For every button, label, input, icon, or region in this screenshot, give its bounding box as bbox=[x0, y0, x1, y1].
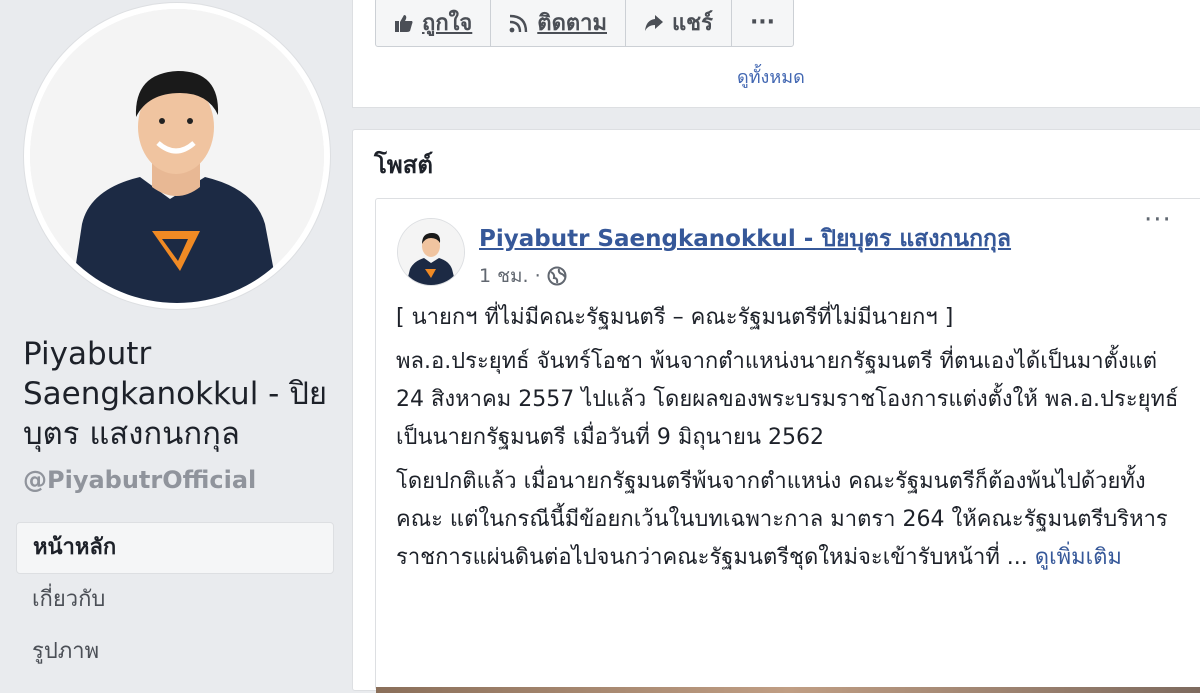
avatar-image bbox=[398, 219, 464, 285]
nav-item-photos[interactable]: รูปภาพ bbox=[16, 626, 334, 678]
follow-label: ติดตาม bbox=[537, 11, 607, 36]
page-handle[interactable]: @PiyabutrOfficial bbox=[23, 466, 256, 494]
post-timestamp[interactable]: 1 ชม. bbox=[479, 261, 529, 291]
share-label: แชร์ bbox=[672, 11, 713, 36]
post-paragraph: พล.อ.ประยุทธ์ จันทร์โอชา พ้นจากตำแหน่งนา… bbox=[396, 349, 1179, 450]
post-paragraph: โดยปกติแล้ว เมื่อนายกรัฐมนตรีพ้นจากตำแหน… bbox=[396, 463, 1186, 577]
globe-icon[interactable] bbox=[547, 266, 567, 286]
posts-section: โพสต์ Piyabutr Saengkanokkul - ปิยบุตร แ… bbox=[352, 129, 1200, 693]
left-column: Piyabutr Saengkanokkul - ปิยบุตร แสงกนกก… bbox=[0, 0, 352, 681]
post-card: Piyabutr Saengkanokkul - ปิยบุตร แสงกนกก… bbox=[375, 198, 1200, 693]
post-author-link[interactable]: Piyabutr Saengkanokkul - ปิยบุตร แสงกนกก… bbox=[479, 221, 1011, 257]
rss-icon bbox=[509, 14, 528, 32]
share-button[interactable]: แชร์ bbox=[626, 0, 732, 46]
share-icon bbox=[645, 14, 663, 31]
post-meta: 1 ชม. · bbox=[479, 261, 567, 291]
nav-item-home[interactable]: หน้าหลัก bbox=[16, 522, 334, 574]
like-button[interactable]: ถูกใจ bbox=[376, 0, 492, 46]
person-illustration bbox=[30, 9, 324, 303]
meta-separator: · bbox=[534, 265, 541, 287]
see-more-link[interactable]: ดูเพิ่มเติม bbox=[1035, 545, 1122, 570]
post-body: [ นายกฯ ที่ไม่มีคณะรัฐมนตรี – คณะรัฐมนตร… bbox=[396, 299, 1186, 583]
post-paragraph: [ นายกฯ ที่ไม่มีคณะรัฐมนตรี – คณะรัฐมนตร… bbox=[396, 305, 954, 330]
like-icon bbox=[395, 14, 413, 32]
page-nav: หน้าหลัก เกี่ยวกับ รูปภาพ bbox=[16, 522, 334, 678]
post-author-avatar[interactable] bbox=[398, 219, 464, 285]
post-image-edge bbox=[376, 687, 1200, 693]
page-name: Piyabutr Saengkanokkul - ปิยบุตร แสงกนกก… bbox=[23, 336, 328, 452]
follow-button[interactable]: ติดตาม bbox=[491, 0, 626, 46]
more-button[interactable]: ··· bbox=[732, 0, 793, 46]
page-action-bar: ถูกใจ ติดตาม แชร์ ··· bbox=[375, 0, 795, 47]
posts-heading: โพสต์ bbox=[374, 151, 433, 179]
post-options-icon[interactable]: ··· bbox=[1144, 205, 1172, 235]
like-label: ถูกใจ bbox=[422, 11, 473, 36]
top-card: ถูกใจ ติดตาม แชร์ ··· ดูทั้งหมด bbox=[352, 0, 1200, 108]
profile-photo bbox=[30, 9, 324, 303]
see-all-link[interactable]: ดูทั้งหมด bbox=[737, 62, 805, 91]
nav-item-about[interactable]: เกี่ยวกับ bbox=[16, 574, 334, 626]
profile-picture[interactable] bbox=[24, 3, 330, 309]
